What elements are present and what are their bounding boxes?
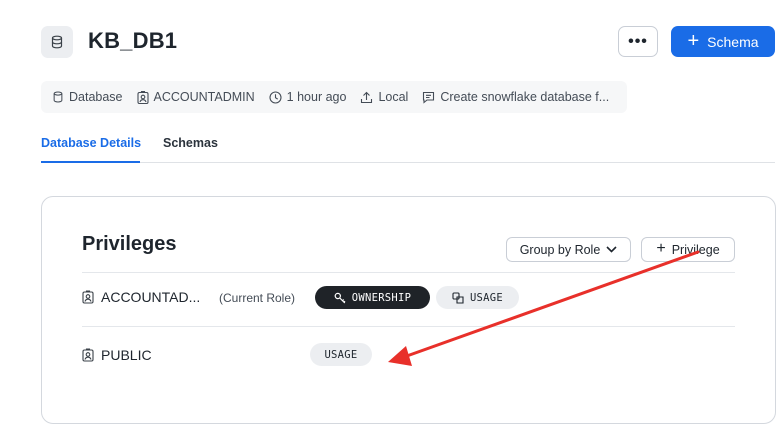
grant-label: USAGE: [469, 291, 504, 304]
add-schema-button-label: Schema: [707, 33, 759, 50]
row-divider: [82, 272, 735, 273]
meta-location-label: Local: [378, 90, 409, 104]
group-by-role-dropdown[interactable]: Group by Role: [506, 237, 631, 262]
clock-icon: [269, 90, 282, 104]
group-by-role-label: Group by Role: [519, 242, 601, 257]
meta-owner: ACCOUNTADMIN: [136, 90, 255, 104]
database-icon: [53, 91, 63, 103]
meta-location: Local: [360, 90, 408, 104]
role-badge-icon: [136, 90, 149, 104]
active-tab-indicator: [41, 161, 140, 163]
meta-time: 1 hour ago: [269, 90, 347, 104]
privilege-row-role: ACCOUNTAD...: [82, 289, 200, 305]
privilege-row-role: PUBLIC: [82, 347, 152, 363]
usage-icon: [452, 291, 464, 304]
chevron-down-icon: [606, 246, 617, 253]
role-badge-icon: [82, 348, 94, 362]
page-title: KB_DB1: [88, 28, 178, 53]
more-options-button[interactable]: •••: [618, 26, 658, 57]
grant-label: USAGE: [324, 348, 358, 361]
meta-type: Database: [52, 90, 123, 104]
database-icon: [51, 35, 63, 49]
tab-schemas[interactable]: Schemas: [163, 136, 218, 150]
privileges-title: Privileges: [82, 233, 177, 255]
grant-label: OWNERSHIP: [351, 291, 412, 304]
grant-pill-ownership: OWNERSHIP: [315, 286, 430, 309]
upload-icon: [361, 91, 373, 103]
plus-icon: +: [687, 29, 700, 52]
metadata-bar: Database ACCOUNTADMIN 1 hour ago Local C…: [41, 81, 627, 113]
key-icon: [334, 292, 346, 303]
role-name-label: PUBLIC: [101, 347, 152, 363]
role-badge-icon: [82, 290, 94, 304]
meta-comment: Create snowflake database f...: [422, 90, 609, 104]
grant-pill-usage: USAGE: [310, 343, 372, 366]
privileges-card: Privileges Group by Role + Privilege ACC…: [41, 196, 776, 424]
meta-type-label: Database: [69, 90, 123, 104]
comment-icon: [423, 91, 435, 104]
grant-pill-usage: USAGE: [436, 286, 519, 309]
tab-bar: Database Details Schemas: [41, 126, 775, 163]
add-privilege-button[interactable]: + Privilege: [641, 237, 735, 262]
meta-time-label: 1 hour ago: [286, 90, 347, 104]
meta-comment-label: Create snowflake database f...: [440, 90, 610, 104]
database-icon-box: [41, 26, 73, 58]
plus-icon: +: [656, 239, 666, 257]
row-divider: [82, 326, 735, 327]
add-privilege-label: Privilege: [671, 242, 720, 257]
current-role-note: (Current Role): [219, 291, 296, 305]
add-schema-button[interactable]: + Schema: [671, 26, 775, 57]
role-name-label: ACCOUNTAD...: [101, 289, 201, 305]
meta-owner-label: ACCOUNTADMIN: [153, 90, 255, 104]
tab-database-details[interactable]: Database Details: [41, 136, 141, 150]
